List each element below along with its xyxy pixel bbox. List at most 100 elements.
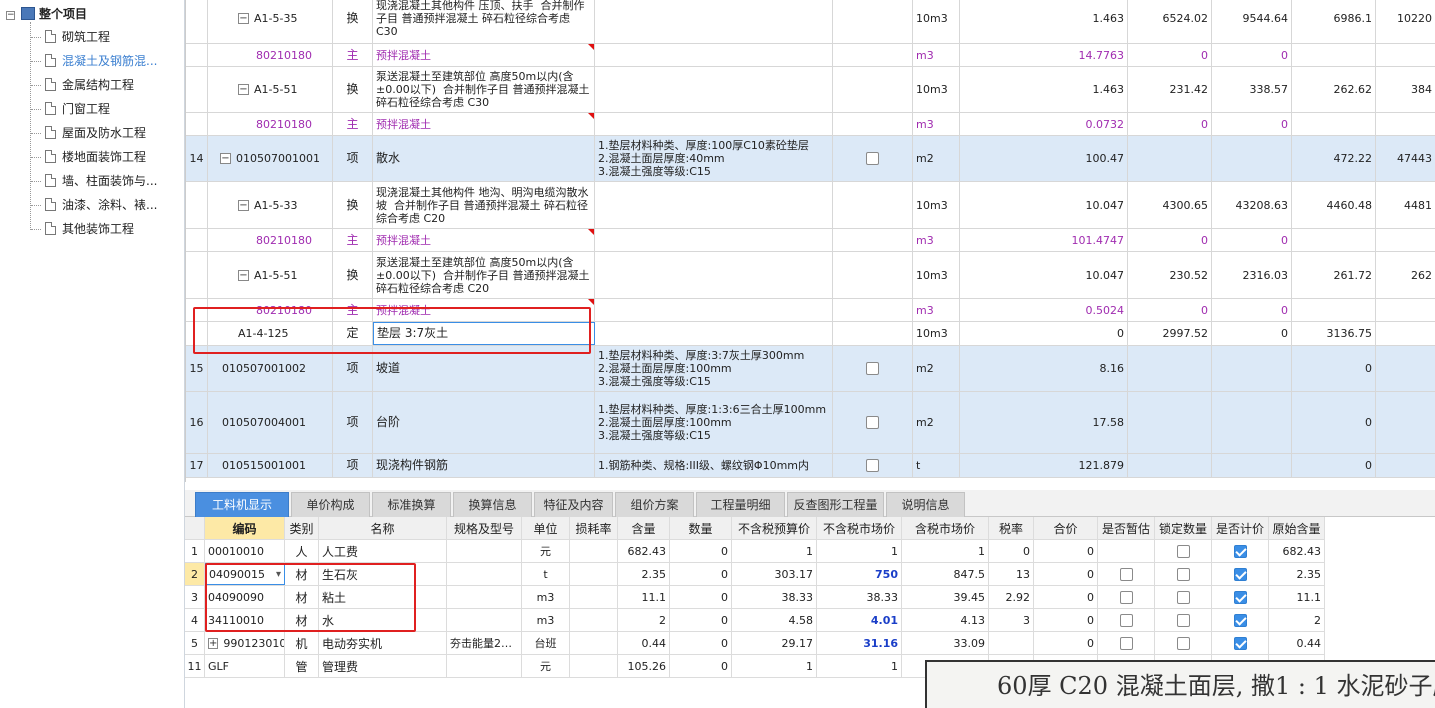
header-cell[interactable]: 规格及型号 (447, 517, 522, 539)
tree-root[interactable]: − 整个项目 (6, 3, 87, 25)
cell-market[interactable]: 38.33 (817, 586, 902, 608)
lock-checkbox[interactable] (1176, 636, 1190, 650)
tab-1[interactable]: 单价构成 (291, 492, 370, 517)
header-cell[interactable]: 是否暂估 (1098, 517, 1155, 539)
collapse-icon[interactable]: − (238, 13, 249, 24)
price-checkbox[interactable] (1233, 567, 1247, 581)
p2-text: 9544.64 (1242, 12, 1289, 25)
price-checkbox[interactable] (1233, 613, 1247, 627)
price-checkbox[interactable] (1233, 636, 1247, 650)
header-cell[interactable]: 税率 (989, 517, 1034, 539)
header-cell[interactable]: 单位 (522, 517, 570, 539)
cell-code[interactable]: 04090090 (205, 586, 285, 608)
resource-row[interactable]: 5 +990123010 机电动夯实机 夯击能量2… 台班 0.44 0 29.17 31.16… (185, 632, 1325, 655)
tree-item[interactable]: 混凝土及钢筋混... (45, 50, 157, 72)
cell-code[interactable]: 34110010 (205, 609, 285, 631)
tree-item[interactable]: 金属结构工程 (45, 74, 134, 96)
tree-item[interactable]: 门窗工程 (45, 98, 110, 120)
header-cell[interactable]: 类别 (285, 517, 319, 539)
tree-item[interactable]: 油漆、涂料、裱... (45, 194, 157, 216)
header-cell[interactable]: 原始含量 (1269, 517, 1325, 539)
collapse-icon[interactable]: − (238, 199, 249, 211)
grid-row[interactable]: 17 010515001001 项 现浇构件钢筋 1.钢筋种类、规格:III级、螺纹钢Φ… (186, 454, 1435, 478)
code-text: A1-5-35 (254, 12, 298, 25)
cell-market[interactable]: 1 (817, 655, 902, 677)
lock-checkbox[interactable] (1176, 567, 1190, 581)
cell-code[interactable]: +990123010 (205, 632, 285, 654)
price-checkbox[interactable] (1233, 590, 1247, 604)
row-checkbox[interactable] (866, 459, 879, 472)
grid-row[interactable]: 16 010507004001 项 台阶 1.垫层材料种类、厚度:1:3:6三合土厚10… (186, 392, 1435, 454)
collapse-icon[interactable]: − (6, 11, 15, 20)
collapse-icon[interactable]: − (220, 153, 231, 164)
header-cell[interactable]: 数量 (670, 517, 732, 539)
tab-4[interactable]: 特征及内容 (534, 492, 613, 517)
lock-checkbox[interactable] (1176, 613, 1190, 627)
header-label: 原始含量 (1272, 521, 1321, 536)
tab-7[interactable]: 反查图形工程量 (787, 492, 884, 517)
expand-icon[interactable]: + (208, 637, 219, 649)
header-cell[interactable]: 含量 (618, 517, 670, 539)
cell-market[interactable]: 1 (817, 540, 902, 562)
est-checkbox[interactable] (1119, 636, 1133, 650)
row-checkbox[interactable] (866, 416, 879, 429)
resource-row[interactable]: 4 34110010 材水 m3 2 0 4.58 4.01 4.13 3 0 2 (185, 609, 1325, 632)
collapse-icon[interactable]: − (238, 84, 249, 95)
header-cell[interactable]: 不含税预算价 (732, 517, 817, 539)
lock-checkbox[interactable] (1176, 544, 1190, 558)
dropdown-arrow-icon[interactable]: ▾ (276, 569, 281, 580)
row-checkbox[interactable] (866, 362, 879, 375)
tab-5[interactable]: 组价方案 (615, 492, 694, 517)
header-cell[interactable]: 不含税市场价 (817, 517, 902, 539)
header-cell[interactable]: 含税市场价 (902, 517, 989, 539)
grid-row[interactable]: A1-4-125 定 垫层 3:7灰土 10m3 0 2997.52 0 3136.75 (186, 322, 1435, 346)
tab-6[interactable]: 工程量明细 (696, 492, 785, 517)
tab-0[interactable]: 工料机显示 (195, 492, 289, 517)
header-cell[interactable]: 是否计价 (1212, 517, 1269, 539)
grid-row[interactable]: 80210180 主 预拌混凝土 m3 14.7763 0 0 (186, 44, 1435, 67)
tab-3[interactable]: 换算信息 (453, 492, 532, 517)
tab-8[interactable]: 说明信息 (886, 492, 965, 517)
grid-row[interactable]: − A1-5-51 换 泵送混凝土至建筑部位 高度50m以内(含±0.00以下) 合并… (186, 67, 1435, 113)
grid-row[interactable]: − A1-5-33 换 现浇混凝土其他构件 地沟、明沟电缆沟散水坡 合并制作子目 普通… (186, 182, 1435, 229)
resource-row[interactable]: 1 00010010 人人工费 元 682.43 0 1 1 1 0 0 682.43 (185, 540, 1325, 563)
cell-content: 2 (618, 609, 670, 631)
cell-code[interactable]: 00010010 (205, 540, 285, 562)
header-cell[interactable] (185, 517, 205, 539)
grid-row[interactable]: 14 −010507001001 项 散水 1.垫层材料种类、厚度:100厚C10素砼垫… (186, 136, 1435, 182)
est-checkbox[interactable] (1119, 567, 1133, 581)
est-checkbox[interactable] (1119, 613, 1133, 627)
row-checkbox[interactable] (866, 152, 879, 165)
grid-row[interactable]: 15 010507001002 项 坡道 1.垫层材料种类、厚度:3:7灰土厚300mm… (186, 346, 1435, 392)
collapse-icon[interactable]: − (238, 269, 249, 281)
cell-code[interactable]: 04090015 ▾ (205, 563, 285, 585)
cell-code[interactable]: GLF (205, 655, 285, 677)
header-cell[interactable]: 锁定数量 (1155, 517, 1212, 539)
header-cell[interactable]: 损耗率 (570, 517, 618, 539)
grid-row[interactable]: 80210180 主 预拌混凝土 m3 101.4747 0 0 (186, 229, 1435, 252)
price-checkbox[interactable] (1233, 544, 1247, 558)
cell-market[interactable]: 4.01 (817, 609, 902, 631)
cell-market[interactable]: 31.16 (817, 632, 902, 654)
comment-marker (588, 44, 594, 50)
tree-item[interactable]: 砌筑工程 (45, 26, 110, 48)
header-cell[interactable]: 合价 (1034, 517, 1098, 539)
resource-row[interactable]: 2 04090015 ▾ 材生石灰 t 2.35 0 303.17 750 847.5 13 0 2.3… (185, 563, 1325, 586)
grid-row[interactable]: 80210180 主 预拌混凝土 m3 0.5024 0 0 (186, 299, 1435, 322)
grid-row[interactable]: − A1-5-35 换 现浇混凝土其他构件 压顶、扶手 合并制作子目 普通预拌混凝土 … (186, 0, 1435, 44)
tree-item[interactable]: 屋面及防水工程 (45, 122, 146, 144)
cell-feature (595, 67, 833, 112)
cell-market[interactable]: 750 (817, 563, 902, 585)
tree-item[interactable]: 楼地面装饰工程 (45, 146, 146, 168)
n-text: 1 (191, 544, 198, 558)
tree-item[interactable]: 墙、柱面装饰与... (45, 170, 157, 192)
grid-row[interactable]: − A1-5-51 换 泵送混凝土至建筑部位 高度50m以内(含±0.00以下) 合并… (186, 252, 1435, 299)
resource-row[interactable]: 3 04090090 材粘土 m3 11.1 0 38.33 38.33 39.45 2.92 0 1… (185, 586, 1325, 609)
header-cell[interactable]: 名称 (319, 517, 447, 539)
est-checkbox[interactable] (1119, 590, 1133, 604)
header-cell[interactable]: 编码 (205, 517, 285, 539)
tree-item[interactable]: 其他装饰工程 (45, 218, 134, 240)
tab-2[interactable]: 标准换算 (372, 492, 451, 517)
grid-row[interactable]: 80210180 主 预拌混凝土 m3 0.0732 0 0 (186, 113, 1435, 136)
lock-checkbox[interactable] (1176, 590, 1190, 604)
